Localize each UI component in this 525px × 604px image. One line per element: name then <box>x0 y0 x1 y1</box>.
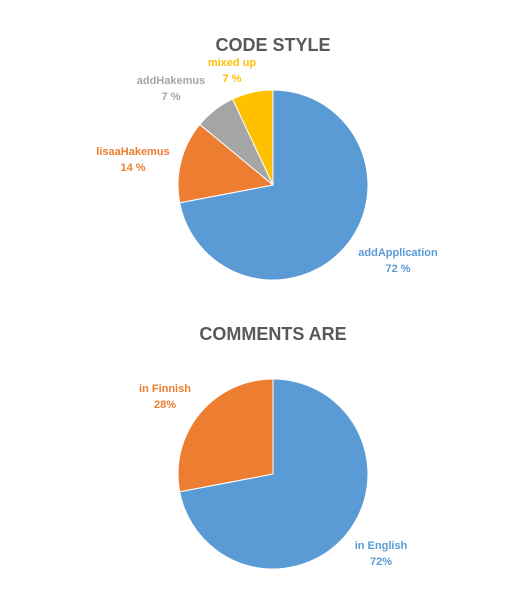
code-style-title: CODE STYLE <box>215 35 330 55</box>
pie-slice-in-finnish <box>177 378 274 493</box>
slice-label-addhakemus: addHakemus <box>137 75 205 87</box>
slice-value-addapplication: 72 % <box>385 263 410 275</box>
slice-label-lisaahakemus: lisaaHakemus <box>96 146 169 158</box>
code-style-chart: CODE STYLE addApplication 72 % lisaaHakemu… <box>96 35 438 281</box>
slice-label-in-finnish: in Finnish <box>139 383 191 395</box>
slice-value-in-english: 72% <box>370 556 392 568</box>
comments-are-title: COMMENTS ARE <box>199 324 346 344</box>
comments-are-pie <box>177 378 369 570</box>
comments-are-chart: COMMENTS ARE in English 72% in Finnish 28% <box>139 324 408 570</box>
slice-value-lisaahakemus: 14 % <box>120 162 145 174</box>
slice-label-addapplication: addApplication <box>358 247 438 259</box>
pie-charts-figure: CODE STYLE addApplication 72 % lisaaHakemu… <box>0 0 525 604</box>
slice-label-in-english: in English <box>355 540 408 552</box>
pie-charts-canvas: CODE STYLE addApplication 72 % lisaaHakemu… <box>96 35 438 570</box>
slice-value-addhakemus: 7 % <box>162 91 181 103</box>
slice-value-mixed-up: 7 % <box>223 73 242 85</box>
slice-value-in-finnish: 28% <box>154 399 176 411</box>
slice-label-mixed-up: mixed up <box>208 57 257 69</box>
code-style-pie <box>177 89 369 281</box>
